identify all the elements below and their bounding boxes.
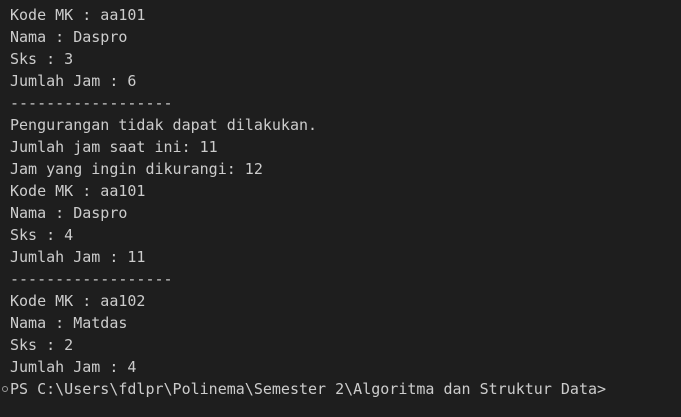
output-line-jumlah-jam: Jumlah Jam : 4 <box>10 358 137 376</box>
command-decoration-icon[interactable] <box>0 378 10 400</box>
output-line-sks: Sks : 2 <box>10 336 74 354</box>
output-line-sks: Sks : 3 <box>10 50 74 68</box>
output-line-nama: Nama : Daspro <box>10 204 128 222</box>
terminal-output[interactable]: Kode MK : aa101 Nama : Daspro Sks : 3 Ju… <box>0 0 681 417</box>
output-line-separator: ------------------ <box>10 270 173 288</box>
output-line-kode-mk: Kode MK : aa101 <box>10 182 146 200</box>
prompt-path: PS C:\Users\fdlpr\Polinema\Semester 2\Al… <box>10 380 607 398</box>
output-line-nama: Nama : Daspro <box>10 28 128 46</box>
output-line-kode-mk: Kode MK : aa102 <box>10 292 146 310</box>
output-line-sks: Sks : 4 <box>10 226 74 244</box>
output-line-separator: ------------------ <box>10 94 173 112</box>
output-line-current-hours: Jumlah jam saat ini: 11 <box>10 138 218 156</box>
output-line-error-message: Pengurangan tidak dapat dilakukan. <box>10 116 318 134</box>
output-line-hours-to-subtract: Jam yang ingin dikurangi: 12 <box>10 160 263 178</box>
shell-prompt[interactable]: PS C:\Users\fdlpr\Polinema\Semester 2\Al… <box>0 378 681 400</box>
output-line-nama: Nama : Matdas <box>10 314 128 332</box>
output-line-jumlah-jam: Jumlah Jam : 11 <box>10 248 146 266</box>
output-line-jumlah-jam: Jumlah Jam : 6 <box>10 72 137 90</box>
output-line-kode-mk: Kode MK : aa101 <box>10 6 146 24</box>
